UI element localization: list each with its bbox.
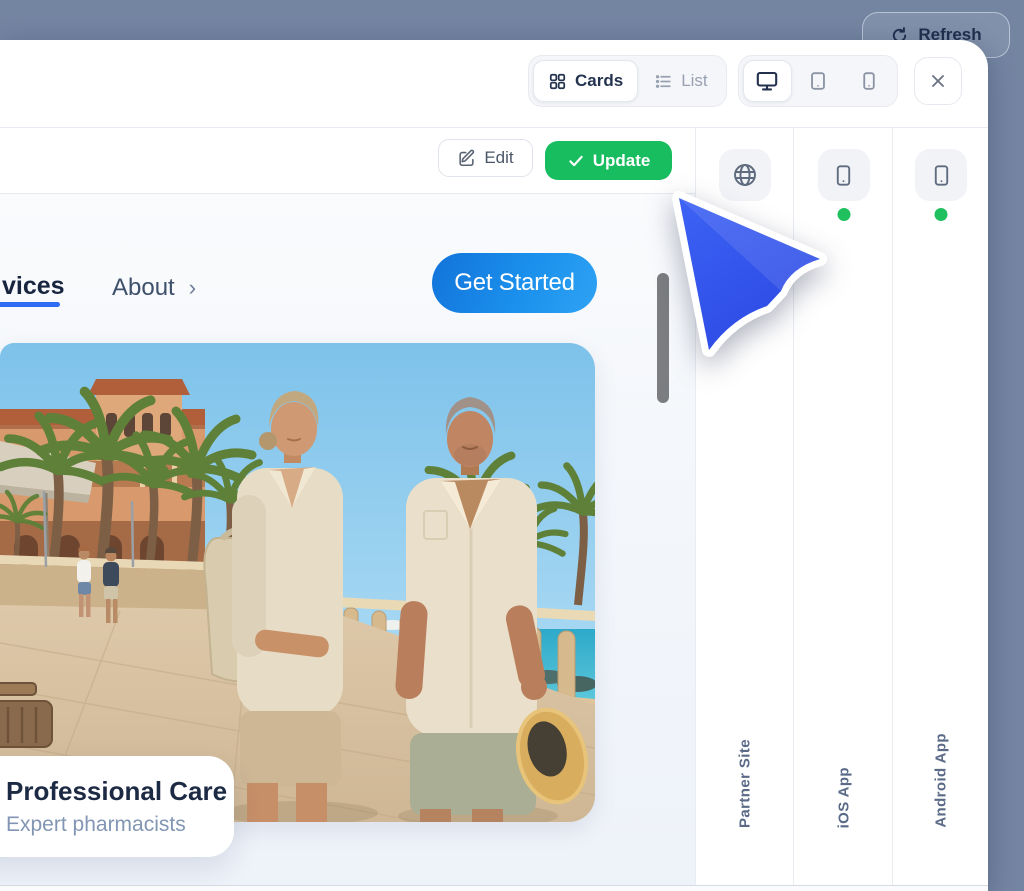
cursor-pointer-icon	[640, 160, 880, 400]
promo-card-subtitle: Expert pharmacists	[6, 813, 234, 837]
cards-label: Cards	[575, 71, 623, 91]
channel-label-partner-site: Partner Site	[737, 739, 754, 828]
edit-button[interactable]: Edit	[438, 139, 533, 177]
close-icon	[928, 71, 948, 91]
close-button[interactable]	[914, 57, 962, 105]
nav-item-about[interactable]: About ›	[112, 274, 196, 302]
view-toggle-cards[interactable]: Cards	[533, 60, 638, 102]
edit-icon	[457, 149, 476, 168]
check-icon	[567, 152, 585, 170]
app-background: Refresh Cards List	[0, 0, 1024, 891]
device-toggle-tablet[interactable]	[794, 60, 843, 102]
promo-card-title: Professional Care	[6, 776, 234, 807]
online-status-dot	[935, 208, 948, 221]
device-toggle-group	[738, 55, 898, 107]
about-label: About	[112, 274, 175, 302]
panel-footer	[0, 885, 988, 891]
desktop-icon	[755, 69, 779, 93]
hero-photo	[0, 343, 595, 822]
channel-label-android-app: Android App	[933, 733, 950, 828]
edit-label: Edit	[484, 148, 513, 168]
device-toggle-phone[interactable]	[844, 60, 893, 102]
channel-column-android-app: Android App	[892, 127, 989, 886]
promenade-photo-illustration	[0, 343, 595, 822]
view-toggle-list[interactable]: List	[640, 60, 721, 102]
list-icon	[654, 72, 673, 91]
nav-active-underline	[0, 302, 60, 307]
grid-icon	[548, 72, 567, 91]
channel-label-ios-app: iOS App	[835, 767, 852, 828]
phone-icon	[858, 70, 880, 92]
nav-item-services[interactable]: vices	[2, 272, 65, 301]
get-started-button[interactable]: Get Started	[432, 253, 597, 313]
website-preview: vices About › Get Started	[0, 194, 695, 886]
android-app-tile[interactable]	[915, 149, 967, 201]
phone-icon	[929, 163, 954, 188]
view-toggle-group: Cards List	[528, 55, 727, 107]
list-label: List	[681, 71, 707, 91]
tablet-icon	[807, 70, 829, 92]
promo-card: Professional Care Expert pharmacists	[0, 756, 234, 857]
chevron-right-icon: ›	[189, 275, 196, 301]
device-toggle-desktop[interactable]	[743, 60, 792, 102]
